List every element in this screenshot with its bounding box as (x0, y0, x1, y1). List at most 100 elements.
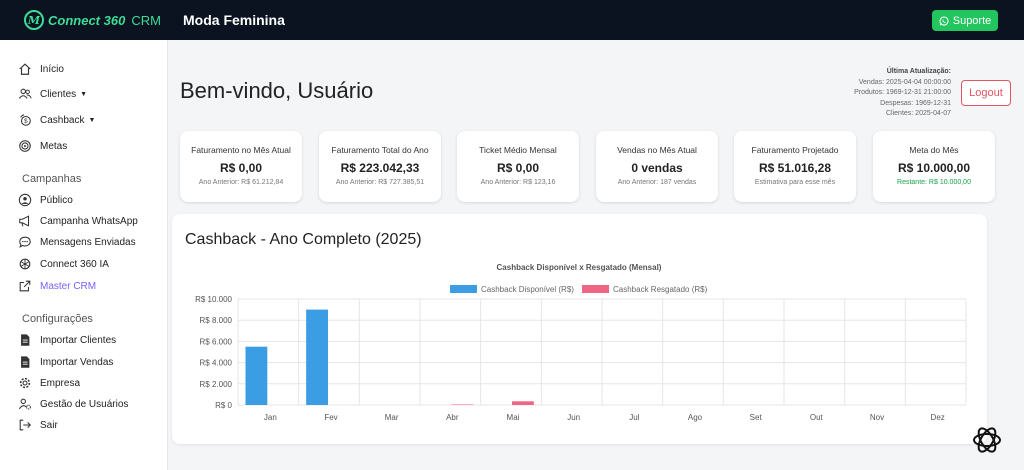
last-update-vendas: Vendas: 2025-04-04 00:00:00 (858, 78, 951, 86)
kpi-title: Faturamento Projetado (751, 145, 839, 155)
support-button[interactable]: Suporte (932, 10, 998, 31)
sidebar-item-gestao-usuarios[interactable]: Gestão de Usuários (18, 396, 128, 412)
sidebar-item-label: Importar Clientes (40, 334, 117, 346)
sidebar-item-empresa[interactable]: Empresa (18, 375, 80, 391)
file-icon (21, 334, 30, 346)
logout-button[interactable]: Logout (961, 80, 1011, 106)
last-update-clientes: Clientes: 2025-04-07 (886, 110, 951, 117)
sidebar-item-master-crm[interactable]: Master CRM (18, 278, 96, 294)
sidebar-item-importar-clientes[interactable]: Importar Clientes (18, 332, 116, 348)
sidebar-item-label: Connect 360 IA (40, 258, 109, 270)
cashback-icon: $ (20, 114, 31, 126)
person-icon (18, 193, 32, 207)
sidebar-item-label: Início (40, 63, 64, 75)
sidebar-item-connect-ia[interactable]: Connect 360 IA (18, 256, 109, 272)
kpi-subtext: Estimativa para esse mês (754, 179, 836, 186)
x-tick-label: Abr (446, 413, 459, 422)
last-update-despesas: Despesas: 1969-12-31 (880, 99, 951, 107)
kpi-card-vendas-mes: Vendas no Mês Atual 0 vendas Ano Anterio… (596, 131, 718, 202)
chevron-down-icon: ▼ (80, 90, 88, 98)
kpi-title: Faturamento no Mês Atual (191, 145, 291, 155)
kpi-title: Vendas no Mês Atual (617, 145, 697, 155)
sidebar-item-label: Mensagens Enviadas (40, 236, 136, 248)
chevron-down-icon: ▼ (88, 116, 96, 124)
y-tick-label: R$ 6.000 (200, 337, 233, 346)
brand-suffix: CRM (131, 12, 161, 28)
chat-icon (19, 236, 31, 248)
kpi-title: Meta do Mês (909, 145, 959, 155)
kpi-card-ticket-medio: Ticket Médio Mensal R$ 0,00 Ano Anterior… (457, 131, 579, 202)
svg-text:$: $ (24, 118, 28, 125)
brand-logo[interactable]: M Connect 360 CRM (24, 10, 161, 30)
x-tick-label: Nov (870, 413, 884, 422)
bar (512, 401, 534, 405)
home-icon (19, 63, 31, 75)
sidebar-item-label: Sair (40, 419, 58, 431)
sidebar-item-clientes[interactable]: Clientes ▼ (18, 86, 87, 102)
y-tick-label: R$ 8.000 (200, 316, 233, 325)
kpi-value: R$ 0,00 (219, 161, 263, 175)
bar (451, 404, 474, 405)
last-update-info: Última Atualização: Vendas: 2025-04-04 0… (854, 67, 951, 120)
sidebar-item-campanha-whatsapp[interactable]: Campanha WhatsApp (18, 213, 138, 229)
kpi-subtext: Restante: R$ 10.000,00 (897, 179, 971, 186)
sidebar-item-mensagens-enviadas[interactable]: Mensagens Enviadas (18, 234, 136, 250)
x-tick-label: Fev (324, 413, 337, 422)
page-title: Bem-vindo, Usuário (180, 78, 374, 103)
kpi-card-faturamento-projetado: Faturamento Projetado R$ 51.016,28 Estim… (734, 131, 856, 202)
kpi-card-faturamento-ano: Faturamento Total do Ano R$ 223.042,33 A… (319, 131, 441, 202)
kpi-value: R$ 223.042,33 (340, 161, 420, 175)
sidebar-item-publico[interactable]: Público (18, 192, 73, 208)
x-tick-label: Out (810, 413, 824, 422)
kpi-card-faturamento-mes: Faturamento no Mês Atual R$ 0,00 Ano Ant… (180, 131, 302, 202)
kpi-subtext: Ano Anterior: 187 vendas (617, 179, 697, 186)
sidebar-item-label: Cashback (40, 114, 85, 126)
sidebar-item-label: Clientes (40, 88, 77, 100)
kpi-value: R$ 0,00 (496, 161, 540, 175)
sidebar-item-label: Gestão de Usuários (40, 398, 129, 410)
x-tick-label: Jul (629, 413, 639, 422)
file-icon (21, 356, 30, 368)
whatsapp-icon (939, 15, 949, 26)
kpi-title: Ticket Médio Mensal (479, 145, 557, 155)
target-icon (19, 140, 31, 152)
external-link-icon (19, 280, 31, 292)
y-tick-label: R$ 2.000 (200, 380, 233, 389)
brand-name: Connect 360 (48, 12, 126, 28)
sidebar-item-inicio[interactable]: Início (18, 61, 64, 77)
x-tick-label: Mar (385, 413, 399, 422)
sidebar-item-sair[interactable]: Sair (18, 417, 58, 433)
sidebar-item-label: Campanha WhatsApp (40, 215, 138, 227)
last-update-title: Última Atualização: (886, 68, 951, 75)
bar (306, 309, 328, 405)
y-tick-label: R$ 0 (215, 401, 232, 410)
megaphone-icon (19, 215, 30, 227)
users-gear-icon (18, 398, 31, 410)
kpi-value: R$ 10.000,00 (897, 161, 971, 175)
sidebar-item-metas[interactable]: Metas (18, 138, 67, 154)
users-icon (18, 88, 32, 99)
sidebar-item-importar-vendas[interactable]: Importar Vendas (18, 354, 113, 370)
kpi-title: Faturamento Total do Ano (331, 145, 429, 155)
ai-assistant-icon[interactable] (970, 423, 1004, 457)
kpi-subtext: Ano Anterior: R$ 123,16 (480, 179, 556, 186)
section-title-configuracoes: Configurações (22, 313, 93, 325)
logout-icon (19, 419, 31, 431)
kpi-subtext: Ano Anterior: R$ 61.212,84 (198, 179, 284, 186)
logo-icon: M (24, 10, 44, 30)
legend-swatch (582, 285, 609, 293)
last-update-produtos: Produtos: 1969-12-31 21:00:00 (854, 89, 951, 96)
bar (245, 346, 268, 405)
x-tick-label: Ago (688, 413, 703, 422)
top-bar: M Connect 360 CRM Moda Feminina Suporte (0, 0, 1024, 40)
chart-title: Cashback Disponível x Resgatado (Mensal) (497, 263, 662, 272)
kpi-value: R$ 51.016,28 (758, 161, 832, 175)
y-tick-label: R$ 4.000 (200, 359, 233, 368)
x-tick-label: Jun (567, 413, 580, 422)
x-tick-label: Dez (931, 413, 945, 422)
sidebar: Início Clientes ▼ $ Cashback ▼ Metas Cam… (0, 40, 168, 470)
legend-label: Cashback Disponível (R$) (481, 285, 574, 294)
x-tick-label: Jan (264, 413, 277, 422)
cashback-chart-panel: Cashback - Ano Completo (2025) Cashback … (172, 214, 987, 444)
sidebar-item-cashback[interactable]: $ Cashback ▼ (18, 112, 95, 128)
